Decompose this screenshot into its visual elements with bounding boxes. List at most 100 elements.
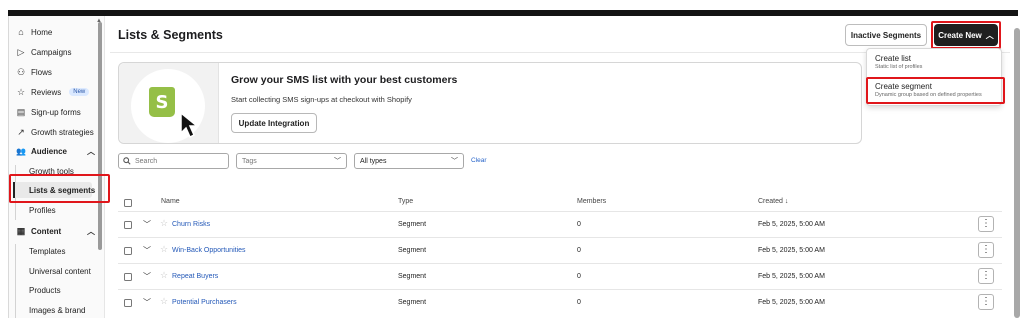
sidebar-item-content[interactable]: ▦ Content ︿ — [15, 223, 95, 239]
sidebar-item-label: Images & brand — [29, 305, 86, 315]
sidebar-item-templates[interactable]: Templates — [29, 243, 65, 259]
types-value: All types — [360, 157, 387, 165]
row-checkbox[interactable] — [124, 299, 132, 307]
sidebar-item-campaigns[interactable]: ▷ Campaigns — [15, 44, 72, 60]
star-icon[interactable]: ☆ — [160, 218, 168, 229]
tags-select[interactable]: Tags ﹀ — [236, 153, 347, 169]
active-indicator — [13, 182, 15, 198]
chevron-down-icon[interactable]: ﹀ — [143, 271, 151, 282]
star-icon[interactable]: ☆ — [160, 296, 168, 307]
sidebar-item-label: Profiles — [29, 205, 56, 215]
select-all-checkbox[interactable] — [124, 199, 132, 207]
page-title: Lists & Segments — [118, 28, 223, 42]
column-header-type[interactable]: Type — [398, 198, 413, 205]
send-icon: ▷ — [17, 46, 25, 57]
menu-item-create-segment[interactable]: Create segment Dynamic group based on de… — [875, 82, 982, 98]
chevron-up-icon[interactable]: ︿ — [87, 226, 95, 237]
sidebar-scrollbar[interactable] — [98, 22, 102, 250]
segment-name-link[interactable]: Potential Purchasers — [172, 299, 237, 306]
tags-placeholder: Tags — [242, 157, 257, 165]
more-actions-icon[interactable]: ⋮ — [978, 294, 994, 310]
segment-name-link[interactable]: Repeat Buyers — [172, 273, 218, 280]
table-row[interactable]: ﹀ ☆ Churn Risks Segment 0 Feb 5, 2025, 5… — [118, 211, 1002, 237]
sidebar-item-label: Lists & segments — [29, 185, 96, 195]
more-actions-icon[interactable]: ⋮ — [978, 268, 994, 284]
chevron-up-icon: ︿ — [985, 30, 994, 40]
row-checkbox[interactable] — [124, 221, 132, 229]
row-created: Feb 5, 2025, 5:00 AM — [758, 221, 825, 228]
form-icon: ▤ — [16, 106, 26, 117]
row-checkbox[interactable] — [124, 273, 132, 281]
banner-subtitle: Start collecting SMS sign-ups at checkou… — [231, 95, 412, 104]
home-icon: ⌂ — [18, 27, 24, 37]
sidebar-item-images-brand[interactable]: Images & brand — [29, 302, 85, 318]
chevron-up-icon[interactable]: ︿ — [87, 146, 95, 157]
segment-name-link[interactable]: Win-Back Opportunities — [172, 247, 246, 254]
sidebar-item-products[interactable]: Products — [29, 282, 61, 298]
row-members: 0 — [577, 247, 581, 254]
chevron-down-icon[interactable]: ﹀ — [143, 219, 151, 230]
people-icon: 👥 — [16, 146, 26, 156]
sidebar-item-label: Content — [31, 226, 62, 236]
sidebar-item-label: Reviews — [31, 87, 62, 97]
sidebar-item-label: Templates — [29, 246, 66, 256]
column-header-members[interactable]: Members — [577, 198, 606, 205]
types-select[interactable]: All types ﹀ — [354, 153, 464, 169]
sidebar-item-label: Campaigns — [31, 47, 72, 57]
sidebar-item-reviews[interactable]: ☆ Reviews New — [15, 84, 90, 100]
sidebar-item-label: Universal content — [29, 266, 91, 276]
row-checkbox[interactable] — [124, 247, 132, 255]
star-icon[interactable]: ☆ — [160, 244, 168, 255]
star-icon: ☆ — [16, 86, 26, 97]
trend-icon: ↗ — [17, 126, 25, 137]
more-actions-icon[interactable]: ⋮ — [978, 216, 994, 232]
sidebar-item-growth-tools[interactable]: Growth tools — [29, 163, 74, 179]
create-new-button[interactable]: Create New ︿ — [934, 24, 998, 46]
segment-name-link[interactable]: Churn Risks — [172, 221, 210, 228]
row-created: Feb 5, 2025, 5:00 AM — [758, 299, 825, 306]
menu-item-description: Static list of profiles — [875, 64, 923, 70]
column-header-created[interactable]: Created ↓ — [758, 198, 788, 205]
row-type: Segment — [398, 273, 427, 280]
inactive-segments-button[interactable]: Inactive Segments — [845, 24, 927, 46]
banner-title: Grow your SMS list with your best custom… — [231, 74, 458, 86]
star-icon[interactable]: ☆ — [160, 270, 168, 281]
sidebar-item-growth-strategies[interactable]: ↗ Growth strategies — [15, 124, 94, 140]
sidebar-item-audience[interactable]: 👥 Audience ︿ — [15, 143, 95, 159]
table-row[interactable]: ﹀ ☆ Potential Purchasers Segment 0 Feb 5… — [118, 289, 1002, 315]
row-members: 0 — [577, 299, 581, 306]
sidebar-item-label: Growth strategies — [31, 127, 94, 137]
sidebar-item-label: Home — [31, 27, 53, 37]
update-integration-button[interactable]: Update Integration — [231, 113, 317, 133]
sidebar-item-label: Sign-up forms — [31, 107, 81, 117]
row-type: Segment — [398, 299, 427, 306]
table-row[interactable]: ﹀ ☆ Win-Back Opportunities Segment 0 Feb… — [118, 237, 1002, 263]
chevron-down-icon[interactable]: ﹀ — [143, 297, 151, 308]
sidebar-item-universal-content[interactable]: Universal content — [29, 263, 91, 279]
row-type: Segment — [398, 247, 427, 254]
sidebar-item-profiles[interactable]: Profiles — [29, 202, 56, 218]
more-actions-icon[interactable]: ⋮ — [978, 242, 994, 258]
create-new-label: Create New — [938, 30, 982, 40]
sidebar-item-signup-forms[interactable]: ▤ Sign-up forms — [15, 104, 81, 120]
menu-item-label: Create list — [875, 54, 912, 63]
shopify-logo-icon: S — [149, 87, 175, 117]
cursor-icon — [180, 111, 200, 139]
menu-item-create-list[interactable]: Create list Static list of profiles — [875, 54, 922, 70]
clear-filters-link[interactable]: Clear — [471, 157, 487, 164]
table-row[interactable]: ﹀ ☆ Repeat Buyers Segment 0 Feb 5, 2025,… — [118, 263, 1002, 289]
chevron-down-icon: ﹀ — [334, 158, 341, 165]
sidebar-item-flows[interactable]: ⚇ Flows — [15, 64, 52, 80]
row-created: Feb 5, 2025, 5:00 AM — [758, 273, 825, 280]
column-header-name[interactable]: Name — [161, 198, 180, 205]
page-scrollbar[interactable] — [1014, 28, 1020, 318]
sms-promo-banner: S Grow your SMS list with your best cust… — [118, 62, 862, 144]
row-created: Feb 5, 2025, 5:00 AM — [758, 247, 825, 254]
search-input[interactable]: Search — [118, 153, 229, 169]
sidebar-item-home[interactable]: ⌂ Home — [15, 24, 52, 40]
search-icon — [123, 157, 131, 165]
sidebar-item-lists-segments[interactable]: Lists & segments — [29, 182, 95, 198]
chevron-down-icon[interactable]: ﹀ — [143, 245, 151, 256]
flows-icon: ⚇ — [16, 66, 26, 77]
menu-item-description: Dynamic group based on defined propertie… — [875, 92, 982, 98]
